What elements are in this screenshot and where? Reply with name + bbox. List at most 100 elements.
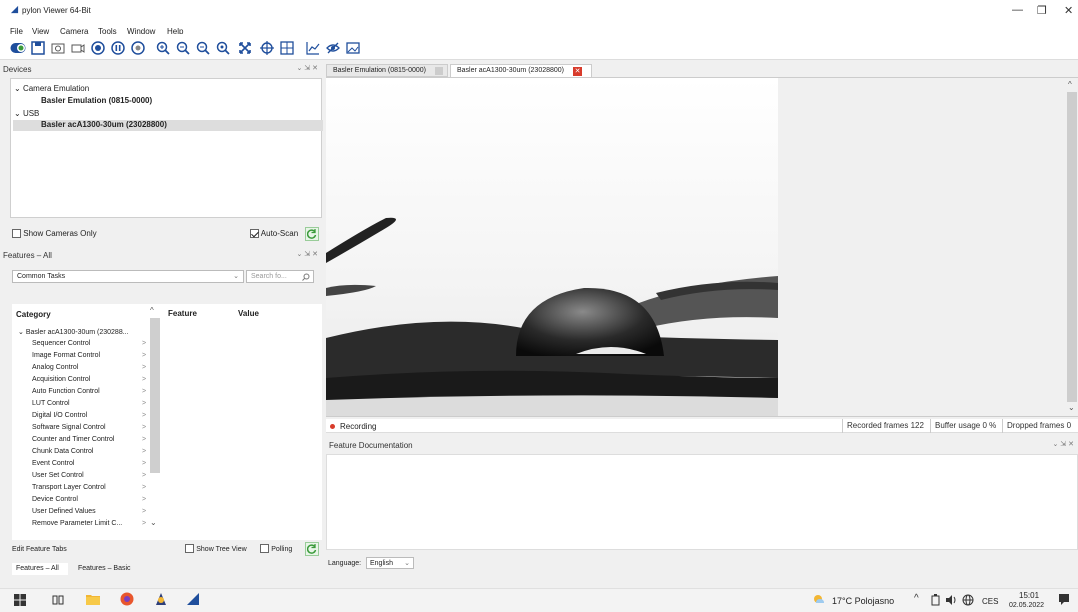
feature-category-item[interactable]: User Set Control	[32, 472, 84, 479]
stop-icon[interactable]	[130, 40, 146, 56]
histogram-icon[interactable]	[305, 40, 321, 56]
close-tab-icon[interactable]: ✕	[573, 67, 582, 76]
image-scrollbar-thumb[interactable]	[1067, 92, 1077, 402]
close-tab-icon[interactable]	[435, 67, 443, 75]
feature-category-item[interactable]: Transport Layer Control	[32, 484, 106, 491]
feature-category-item[interactable]: Event Control	[32, 460, 74, 467]
chevron-right-icon: >	[142, 448, 147, 455]
tree-group-usb[interactable]: ⌄ USB	[14, 109, 39, 118]
feature-category-item[interactable]: Software Signal Control	[32, 424, 106, 431]
scroll-up-icon[interactable]: ^	[1068, 80, 1072, 89]
chevron-right-icon: >	[142, 340, 147, 347]
device-item-emulation[interactable]: Basler Emulation (0815-0000)	[41, 96, 152, 105]
grid-icon[interactable]	[279, 40, 295, 56]
feature-category-item[interactable]: Sequencer Control	[32, 340, 90, 347]
maximize-button[interactable]: ❐	[1037, 4, 1047, 17]
root-label: Basler acA1300-30um (230288...	[25, 329, 129, 336]
devices-dock-controls[interactable]: ⌄ ⇲ ✕	[297, 64, 319, 72]
close-button[interactable]: ✕	[1064, 4, 1073, 17]
language-dropdown[interactable]: English ⌄	[366, 557, 414, 569]
zoom-in-icon[interactable]	[155, 40, 171, 56]
feature-category-item[interactable]: Analog Control	[32, 364, 78, 371]
feature-category-item[interactable]: Counter and Timer Control	[32, 436, 114, 443]
feature-category-item[interactable]: LUT Control	[32, 400, 70, 407]
show-cameras-only-label: Show Cameras Only	[23, 229, 97, 238]
group-label: Camera Emulation	[22, 84, 90, 93]
refresh-features-button[interactable]	[305, 542, 319, 556]
chevron-right-icon: >	[142, 520, 147, 527]
show-tree-view-checkbox[interactable]: Show Tree View	[185, 544, 247, 554]
input-language[interactable]: CES	[982, 597, 998, 606]
feature-category-item[interactable]: Device Control	[32, 496, 78, 503]
image-window-icon[interactable]	[345, 40, 361, 56]
zoom-out-icon[interactable]	[175, 40, 191, 56]
minimize-button[interactable]: —	[1012, 4, 1023, 16]
pylon-viewer-taskbar-icon[interactable]	[186, 592, 200, 608]
features-dock-controls[interactable]: ⌄ ⇲ ✕	[297, 250, 319, 258]
fit-to-window-icon[interactable]	[237, 40, 253, 56]
show-cameras-only-checkbox[interactable]: Show Cameras Only	[12, 229, 97, 239]
weather-icon[interactable]	[812, 593, 826, 607]
image-scrollbar[interactable]: ^ ⌄	[1066, 78, 1078, 416]
zoom-reset-icon[interactable]	[195, 40, 211, 56]
scroll-up-icon[interactable]: ^	[150, 306, 154, 315]
search-features-input[interactable]: Search fo...	[246, 270, 314, 283]
common-tasks-dropdown[interactable]: Common Tasks ⌄	[12, 270, 244, 283]
weather-text[interactable]: 17°C Polojasno	[832, 596, 894, 606]
feature-category-item[interactable]: Remove Parameter Limit C...	[32, 520, 122, 527]
battery-icon[interactable]	[931, 594, 941, 608]
feature-category-item[interactable]: Acquisition Control	[32, 376, 90, 383]
zoom-100-icon[interactable]	[215, 40, 231, 56]
file-explorer-icon[interactable]	[86, 593, 100, 607]
record-icon[interactable]	[90, 40, 106, 56]
app-icon[interactable]	[154, 592, 168, 608]
clock-date[interactable]: 02.05.2022	[1009, 602, 1044, 609]
tab-basler-aca1300[interactable]: Basler acA1300-30um (23028800) ✕	[450, 64, 592, 77]
task-view-icon[interactable]	[52, 594, 64, 608]
scroll-down-icon[interactable]: ⌄	[1068, 403, 1075, 412]
network-globe-icon[interactable]	[962, 594, 974, 608]
scroll-down-icon[interactable]: ⌄	[150, 518, 157, 527]
clock-time[interactable]: 15:01	[1019, 591, 1039, 600]
tree-group-camera-emulation[interactable]: ⌄ Camera Emulation	[14, 84, 89, 93]
feature-category-item[interactable]: Auto Function Control	[32, 388, 100, 395]
devices-panel-title: Devices	[3, 65, 32, 74]
feature-category-item[interactable]: Chunk Data Control	[32, 448, 93, 455]
chevron-right-icon: >	[142, 460, 147, 467]
features-scrollbar-thumb[interactable]	[150, 318, 160, 473]
search-placeholder: Search fo...	[251, 273, 287, 280]
firefox-icon[interactable]	[120, 592, 134, 608]
feature-doc-dock-controls[interactable]: ⌄ ⇲ ✕	[1053, 440, 1075, 448]
tab-features-all[interactable]: Features – All	[12, 563, 68, 575]
device-item-usb[interactable]: Basler acA1300-30um (23028800)	[41, 120, 167, 129]
features-root-node[interactable]: ⌄ Basler acA1300-30um (230288...	[18, 328, 129, 336]
feature-category-item[interactable]: Image Format Control	[32, 352, 100, 359]
center-crosshair-icon[interactable]	[259, 40, 275, 56]
video-icon[interactable]	[70, 40, 86, 56]
edit-feature-tabs-button[interactable]: Edit Feature Tabs	[12, 546, 67, 553]
notifications-icon[interactable]	[1058, 593, 1070, 607]
tab-basler-emulation[interactable]: Basler Emulation (0815-0000)	[326, 64, 448, 77]
show-tree-view-label: Show Tree View	[196, 546, 247, 553]
col-value-header[interactable]: Value	[238, 309, 259, 318]
refresh-devices-button[interactable]	[305, 227, 319, 241]
tab-features-basic[interactable]: Features – Basic	[76, 563, 133, 574]
single-shot-icon[interactable]	[50, 40, 66, 56]
polling-checkbox[interactable]: Polling	[260, 544, 293, 554]
feature-category-item[interactable]: User Defined Values	[32, 508, 96, 515]
auto-scan-checkbox[interactable]: Auto-Scan	[250, 229, 298, 239]
chevron-up-icon[interactable]: ^	[914, 593, 919, 604]
feature-category-item[interactable]: Digital I/O Control	[32, 412, 87, 419]
open-camera-icon[interactable]	[10, 40, 26, 56]
windows-start-icon[interactable]	[14, 594, 26, 608]
visibility-off-icon[interactable]	[325, 40, 341, 56]
col-feature-header[interactable]: Feature	[168, 309, 197, 318]
window-title: pylon Viewer 64-Bit	[22, 6, 91, 15]
polling-label: Polling	[271, 546, 293, 553]
save-icon[interactable]	[30, 40, 46, 56]
title-bar	[0, 0, 1078, 20]
pause-icon[interactable]	[110, 40, 126, 56]
volume-icon[interactable]	[945, 594, 957, 608]
chevron-down-icon: ⌄	[14, 84, 23, 93]
col-category-header[interactable]: Category	[16, 310, 51, 319]
